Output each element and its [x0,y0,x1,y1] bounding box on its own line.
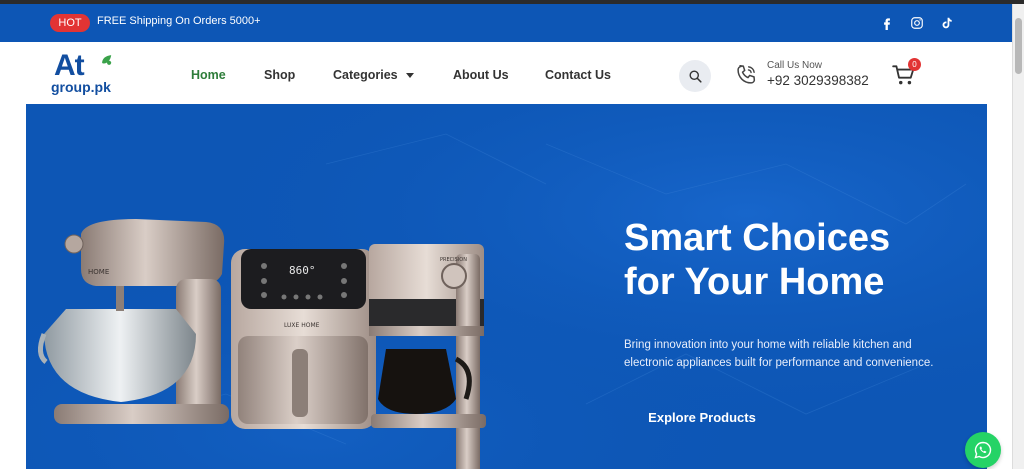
page-scrollbar[interactable] [1012,4,1024,469]
hot-badge: HOT [50,14,90,32]
logo-main-text: At [54,49,85,82]
cart-count-badge: 0 [908,58,921,71]
scrollbar-thumb[interactable] [1015,18,1022,74]
browser-viewport: HOT FREE Shipping On Orders 5000+ At gro… [0,4,1012,469]
tiktok-icon[interactable] [937,13,957,33]
nav-categories-label: Categories [333,68,398,82]
coffee-brand-text: PRECISION [440,257,467,263]
call-label: Call Us Now [767,60,823,71]
nav-categories[interactable]: Categories [333,68,414,82]
coffee-maker: PRECISION [369,244,486,469]
logo-sub-text: group.pk [51,79,111,95]
hero-banner: HOME 860° LUXE HOME PRECISION Smart Choi… [26,104,987,469]
nav-home[interactable]: Home [191,68,226,82]
nav-about-us[interactable]: About Us [453,68,509,82]
whatsapp-button[interactable] [965,432,1001,468]
promo-bar: HOT FREE Shipping On Orders 5000+ [0,4,1012,42]
nav-shop[interactable]: Shop [264,68,295,82]
air-fryer: 860° LUXE HOME [231,249,376,429]
appliances-image: HOME 860° LUXE HOME PRECISION [38,219,486,469]
site-header: At group.pk Home Shop Categories About U… [0,42,1012,104]
phone-icon [737,65,756,84]
mixer-brand-text: HOME [88,268,109,276]
hero-description: Bring innovation into your home with rel… [624,339,934,369]
airfryer-brand-text: LUXE HOME [284,322,320,329]
hero-title-line-1: Smart Choices [624,217,891,259]
explore-products-button[interactable]: Explore Products [634,400,770,434]
nav-contact-us[interactable]: Contact Us [545,68,611,82]
call-number[interactable]: +92 3029398382 [767,73,869,88]
search-icon [689,70,702,83]
site-logo[interactable]: At group.pk [50,49,120,95]
search-button[interactable] [679,60,711,92]
stand-mixer: HOME [38,219,229,424]
hero-title-line-2: for Your Home [624,261,885,303]
airfryer-display-text: 860° [289,264,316,277]
shipping-text: FREE Shipping On Orders 5000+ [97,15,261,27]
facebook-icon[interactable] [877,13,897,33]
chevron-down-icon [405,73,414,79]
whatsapp-icon [974,441,992,459]
hero-title: Smart Choices for Your Home [624,216,890,304]
logo-leaf-icon [102,55,112,65]
instagram-icon[interactable] [907,13,927,33]
